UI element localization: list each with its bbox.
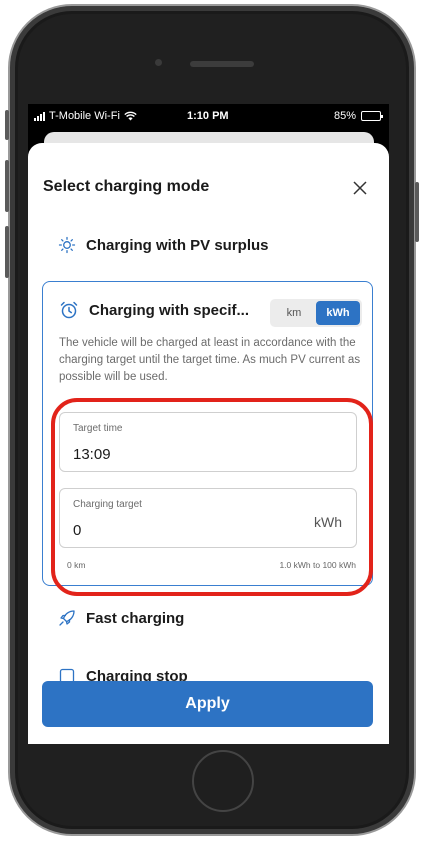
mode-specific-label: Charging with specif... xyxy=(89,301,250,319)
mode-specific-time-card[interactable]: Charging with specif... km kWh The vehic… xyxy=(42,281,373,586)
range-hint-right: 1.0 kWh to 100 kWh xyxy=(279,560,356,570)
charging-target-unit: kWh xyxy=(314,514,342,530)
sheet-title: Select charging mode xyxy=(43,178,210,195)
mode-pv-surplus[interactable]: Charging with PV surplus xyxy=(58,236,269,254)
power-button xyxy=(415,182,419,242)
mode-pv-surplus-label: Charging with PV surplus xyxy=(86,236,269,254)
target-time-value: 13:09 xyxy=(73,446,111,463)
volume-down-button xyxy=(5,226,9,278)
sun-icon xyxy=(58,236,76,254)
charging-mode-sheet: Select charging mode Charging with PV su… xyxy=(28,143,389,744)
close-icon[interactable] xyxy=(350,178,370,198)
phone-screen: T-Mobile Wi-Fi 1:10 PM 85% Select chargi… xyxy=(28,104,389,744)
target-time-field[interactable]: Target time 13:09 xyxy=(59,412,357,472)
battery-icon xyxy=(361,111,383,121)
rocket-icon xyxy=(59,610,75,626)
status-bar: T-Mobile Wi-Fi 1:10 PM 85% xyxy=(28,104,389,128)
carrier-name: T-Mobile Wi-Fi xyxy=(49,110,120,122)
charging-target-value: 0 xyxy=(73,522,82,539)
mute-switch xyxy=(5,110,9,140)
charging-target-field[interactable]: Charging target 0 kWh xyxy=(59,488,357,548)
charging-target-label: Charging target xyxy=(73,499,142,510)
status-time: 1:10 PM xyxy=(187,110,229,122)
apply-button[interactable]: Apply xyxy=(42,681,373,727)
target-time-label: Target time xyxy=(73,423,123,434)
range-hint-left: 0 km xyxy=(67,560,86,570)
battery-percent: 85% xyxy=(333,110,356,122)
alarm-clock-icon xyxy=(60,301,78,319)
mode-fast-charging[interactable]: Fast charging xyxy=(58,609,184,627)
signal-icon xyxy=(34,111,45,121)
wifi-icon xyxy=(124,111,137,121)
mode-fast-label: Fast charging xyxy=(86,609,185,627)
home-button[interactable] xyxy=(192,750,254,812)
volume-up-button xyxy=(5,160,9,212)
unit-kwh-option[interactable]: kWh xyxy=(316,301,360,325)
front-camera xyxy=(155,59,162,66)
unit-km-option[interactable]: km xyxy=(272,301,316,325)
earpiece-speaker xyxy=(190,61,254,67)
mode-description: The vehicle will be charged at least in … xyxy=(59,337,361,383)
unit-toggle[interactable]: km kWh xyxy=(270,299,362,327)
